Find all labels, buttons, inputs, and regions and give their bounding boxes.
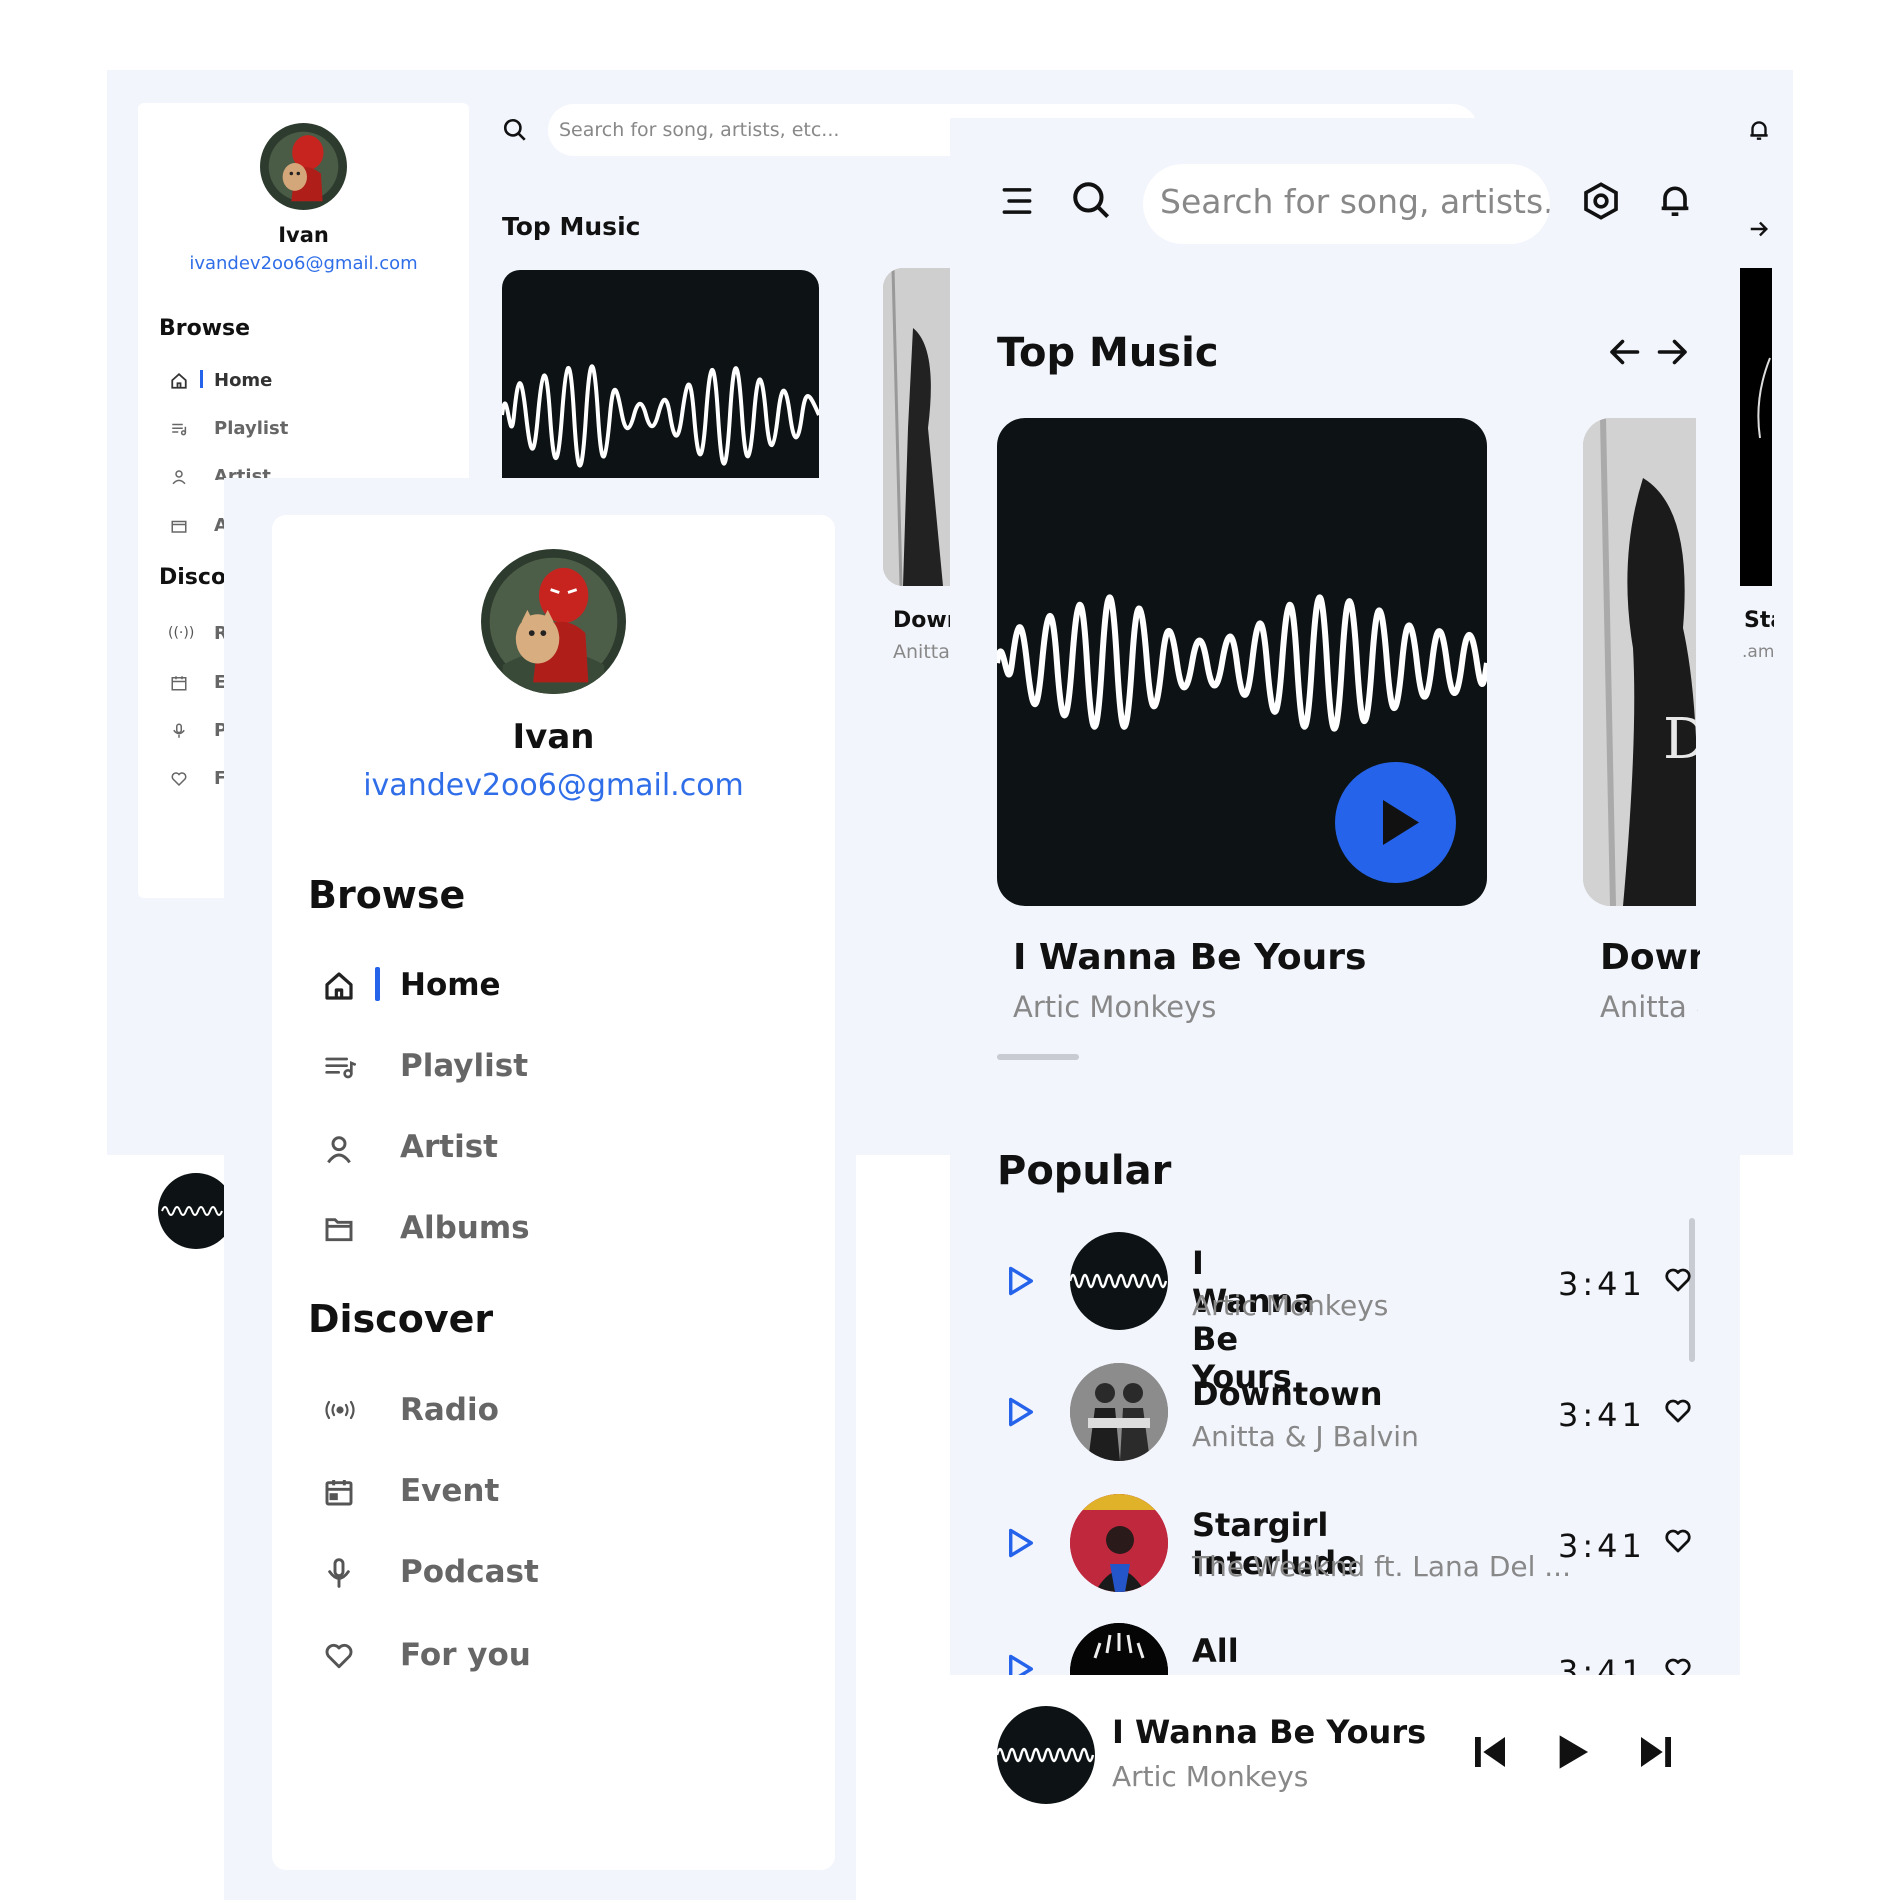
sidebar-item-albums[interactable]: Albums (400, 1210, 530, 1246)
radio-icon (323, 1395, 359, 1431)
sidebar-item-for-you[interactable]: For you (400, 1637, 531, 1673)
playlist-icon (323, 1051, 359, 1087)
albums-icon (323, 1213, 359, 1249)
row-play-icon[interactable] (1007, 1653, 1035, 1675)
desktop-albums-icon (170, 517, 188, 535)
now-playing-thumbnail[interactable] (997, 1706, 1095, 1804)
heart-icon (323, 1640, 359, 1676)
desktop-featured-cover[interactable] (502, 270, 819, 480)
desktop-user-name: Ivan (278, 223, 329, 247)
desktop-third-cover[interactable] (1740, 268, 1772, 586)
search-icon[interactable] (1070, 179, 1112, 221)
browse-heading: Browse (308, 873, 466, 917)
sidebar-item-home[interactable]: Home (400, 967, 501, 1003)
home-icon (323, 970, 359, 1006)
row-song-artist: Anitta & J Balvin (1192, 1420, 1419, 1453)
featured-song-title: I Wanna Be Yours (1013, 937, 1367, 978)
svg-text:D: D (1663, 707, 1696, 772)
row-thumbnail[interactable] (1070, 1623, 1168, 1675)
settings-icon[interactable] (1581, 180, 1621, 222)
row-duration: 3:41 (1558, 1653, 1646, 1675)
row-song-title: Downtown (1192, 1375, 1383, 1413)
featured-play-button[interactable] (1335, 762, 1456, 883)
desktop-user-email: ivandev2oo6@gmail.com (189, 253, 418, 274)
desktop-nav-home[interactable]: Home (214, 370, 272, 391)
sidebar-item-artist[interactable]: Artist (400, 1129, 498, 1165)
desktop-third-song: Sta (1744, 608, 1774, 633)
user-name: Ivan (512, 717, 595, 757)
sidebar-item-event[interactable]: Event (400, 1473, 499, 1509)
desktop-heart-icon (170, 770, 188, 788)
row-heart-icon[interactable] (1663, 1655, 1693, 1675)
menu-icon[interactable] (998, 182, 1036, 220)
desktop-calendar-icon (170, 674, 188, 692)
calendar-icon (323, 1476, 359, 1512)
desktop-next-arrow-icon[interactable] (1748, 218, 1770, 240)
row-play-icon[interactable] (1007, 1396, 1035, 1428)
row-thumbnail[interactable] (1070, 1494, 1168, 1592)
featured-song-artist: Artic Monkeys (1013, 990, 1217, 1024)
top-music-title: Top Music (997, 330, 1219, 376)
active-indicator (375, 967, 380, 1001)
avatar[interactable] (481, 549, 626, 694)
desktop-nav-playlist[interactable]: Playlist (214, 418, 288, 439)
desktop-microphone-icon (170, 722, 188, 740)
second-song-artist: Anitta & (1600, 990, 1698, 1024)
row-song-title: All The Stars (1192, 1632, 1258, 1675)
popular-title: Popular (997, 1148, 1172, 1194)
desktop-home-icon (170, 372, 188, 390)
row-thumbnail[interactable] (1070, 1363, 1168, 1461)
second-album-cover[interactable]: D (1583, 418, 1696, 906)
row-duration: 3:41 (1558, 1527, 1646, 1565)
desktop-browse-heading: Browse (159, 316, 251, 341)
row-song-artist: The Weeknd ft. Lana Del ... (1192, 1550, 1571, 1583)
desktop-artist-icon (170, 468, 188, 486)
now-playing-artist: Artic Monkeys (1112, 1760, 1309, 1793)
desktop-search-icon[interactable] (502, 117, 528, 143)
desktop-radio-icon: ((·)) (168, 625, 195, 641)
sidebar-item-playlist[interactable]: Playlist (400, 1048, 528, 1084)
sidebar-item-podcast[interactable]: Podcast (400, 1554, 539, 1590)
popular-list: I Wanna Be Yours Artic Monkeys 3:41 Down… (950, 1220, 1740, 1675)
desktop-third-artist: .am (1742, 642, 1775, 662)
row-play-icon[interactable] (1007, 1265, 1035, 1297)
microphone-icon (323, 1556, 359, 1592)
desktop-player-thumb[interactable] (158, 1173, 224, 1249)
discover-heading: Discover (308, 1297, 494, 1341)
play-icon[interactable] (1553, 1730, 1593, 1774)
sidebar-item-radio[interactable]: Radio (400, 1392, 499, 1428)
desktop-second-song: Dowr (893, 608, 950, 633)
prev-arrow-icon[interactable] (1606, 334, 1642, 370)
notification-bell-icon[interactable] (1655, 178, 1695, 222)
desktop-playlist-icon (170, 420, 188, 438)
desktop-discover-heading: Disco (159, 565, 227, 590)
desktop-bell-icon[interactable] (1746, 117, 1772, 143)
user-email: ivandev2oo6@gmail.com (363, 768, 744, 803)
row-song-artist: Artic Monkeys (1192, 1289, 1389, 1322)
row-thumbnail[interactable] (1070, 1232, 1168, 1330)
desktop-second-artist: Anitta (893, 641, 950, 663)
row-heart-icon[interactable] (1663, 1265, 1693, 1295)
artist-icon (323, 1132, 359, 1168)
next-track-icon[interactable] (1636, 1730, 1676, 1774)
search-input[interactable]: Search for song, artists... (1143, 164, 1550, 244)
desktop-top-music-title: Top Music (502, 212, 641, 241)
now-playing-title: I Wanna Be Yours (1112, 1713, 1427, 1751)
desktop-active-indicator (200, 370, 203, 388)
row-duration: 3:41 (1558, 1396, 1646, 1434)
carousel-indicator (997, 1054, 1079, 1060)
row-heart-icon[interactable] (1663, 1396, 1693, 1426)
row-heart-icon[interactable] (1663, 1526, 1693, 1556)
desktop-avatar[interactable] (260, 123, 347, 210)
second-song-title: Down (1600, 937, 1700, 978)
next-arrow-icon[interactable] (1655, 334, 1691, 370)
previous-track-icon[interactable] (1470, 1730, 1510, 1774)
row-duration: 3:41 (1558, 1265, 1646, 1303)
row-play-icon[interactable] (1007, 1527, 1035, 1559)
desktop-second-cover[interactable] (883, 268, 950, 586)
